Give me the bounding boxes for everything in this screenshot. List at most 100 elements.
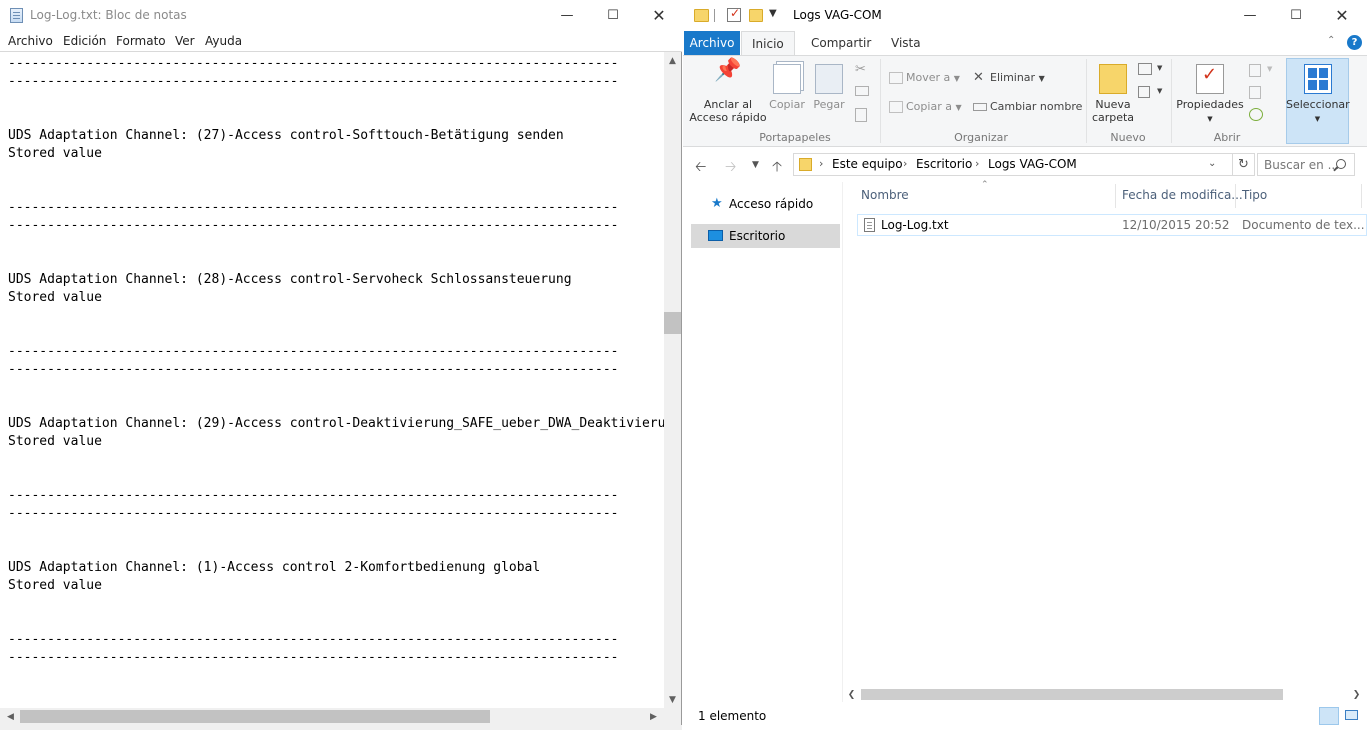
move-to-icon <box>889 72 903 84</box>
nav-item-desktop[interactable]: Escritorio <box>691 224 840 248</box>
breadcrumb-this-pc[interactable]: Este equipo <box>832 157 903 171</box>
notepad-text-area[interactable]: ----------------------------------------… <box>0 52 664 708</box>
file-row[interactable]: Log-Log.txt 12/10/2015 20:52 Documento d… <box>857 214 1367 236</box>
paste-icon <box>815 64 843 94</box>
details-view-icon[interactable] <box>1319 707 1339 725</box>
folder-icon <box>799 158 812 171</box>
search-input[interactable]: Buscar en ... <box>1257 153 1355 176</box>
nav-item-quick-access[interactable]: ★ Acceso rápido <box>691 192 840 216</box>
column-divider[interactable] <box>1115 184 1116 208</box>
recent-locations-chevron-icon[interactable]: ▼ <box>752 160 759 170</box>
menu-ayuda[interactable]: Ayuda <box>205 34 242 48</box>
minimize-icon[interactable]: — <box>544 0 590 31</box>
separator-line: ----------------------------------------… <box>8 74 619 89</box>
large-icons-view-icon[interactable] <box>1342 707 1362 725</box>
maximize-icon[interactable]: ☐ <box>1273 0 1319 31</box>
pin-quick-access-button[interactable]: 📌 Anclar al Acceso rápido <box>689 58 767 125</box>
customize-toolbar-icon[interactable]: ▼ <box>769 8 777 19</box>
separator-line: ----------------------------------------… <box>8 56 619 71</box>
back-arrow-icon[interactable]: 🡠 <box>695 156 706 180</box>
help-icon[interactable]: ? <box>1347 35 1362 50</box>
move-to-button[interactable]: Mover a ▼ <box>889 69 960 87</box>
open-icon[interactable] <box>1249 64 1261 77</box>
paste-shortcut-icon[interactable] <box>855 108 867 122</box>
delete-button[interactable]: ✕ Eliminar ▼ <box>973 69 1045 87</box>
properties-button[interactable]: Propiedades▼ <box>1175 64 1245 126</box>
scroll-left-icon[interactable]: ◀ <box>2 708 19 725</box>
chevron-down-icon: ▼ <box>1267 65 1273 73</box>
notepad-vertical-scrollbar[interactable]: ▲ ▼ <box>664 52 681 708</box>
tab-vista[interactable]: Vista <box>881 31 931 55</box>
select-label: Seleccionar <box>1286 98 1350 111</box>
forward-arrow-icon[interactable]: 🡢 <box>725 156 736 180</box>
separator-line: ----------------------------------------… <box>8 650 619 665</box>
column-divider[interactable] <box>1361 184 1362 208</box>
open-group-label: Abrir <box>1213 131 1241 144</box>
copy-button[interactable]: Copiar <box>769 64 805 111</box>
horizontal-scroll-thumb[interactable] <box>20 710 490 723</box>
rename-button[interactable]: Cambiar nombre <box>973 98 1082 116</box>
nav-label: Escritorio <box>729 229 786 243</box>
horizontal-scroll-thumb[interactable] <box>861 689 1283 700</box>
maximize-icon[interactable]: ☐ <box>590 0 636 31</box>
copy-to-icon <box>889 101 903 113</box>
breadcrumb-chevron-icon[interactable]: › <box>975 157 979 170</box>
breadcrumb-current-folder[interactable]: Logs VAG-COM <box>988 157 1077 171</box>
new-group-label: Nuevo <box>1110 131 1146 144</box>
properties-icon[interactable] <box>727 6 741 22</box>
tab-inicio[interactable]: Inicio <box>741 31 795 56</box>
cut-icon[interactable]: ✂ <box>855 62 866 77</box>
close-icon[interactable]: ✕ <box>1319 0 1365 31</box>
scroll-right-icon[interactable]: ▶ <box>645 708 662 725</box>
rename-icon <box>973 103 987 111</box>
column-divider[interactable] <box>1235 184 1236 208</box>
explorer-titlebar[interactable]: ▼ Logs VAG-COM — ☐ ✕ <box>683 0 1367 31</box>
scroll-up-icon[interactable]: ▲ <box>664 52 681 69</box>
menu-edicion[interactable]: Edición <box>63 34 106 48</box>
qa-separator <box>714 9 715 22</box>
paste-button[interactable]: Pegar <box>811 64 847 111</box>
paste-label: Pegar <box>813 98 845 111</box>
address-input[interactable]: › Este equipo › Escritorio › Logs VAG-CO… <box>793 153 1233 176</box>
copy-to-button[interactable]: Copiar a ▼ <box>889 98 962 116</box>
easy-access-icon[interactable] <box>1138 86 1150 98</box>
edit-icon[interactable] <box>1249 86 1261 99</box>
scroll-right-icon[interactable]: ❯ <box>1348 686 1365 703</box>
explorer-window: ▼ Logs VAG-COM — ☐ ✕ Archivo Inicio Comp… <box>683 0 1367 730</box>
new-folder-button[interactable]: Nueva carpeta <box>1091 64 1135 124</box>
minimize-icon[interactable]: — <box>1227 0 1273 31</box>
menu-formato[interactable]: Formato <box>116 34 166 48</box>
column-header-name[interactable]: Nombre <box>861 188 909 202</box>
new-item-icon[interactable] <box>1138 63 1152 75</box>
history-icon[interactable] <box>1249 108 1263 121</box>
select-button[interactable]: Seleccionar ▼ <box>1286 64 1350 126</box>
tab-compartir[interactable]: Compartir <box>801 31 881 55</box>
new-folder-icon <box>1099 64 1127 94</box>
group-divider <box>1086 59 1087 143</box>
notepad-titlebar[interactable]: Log-Log.txt: Bloc de notas — ☐ ✕ <box>0 0 682 31</box>
menu-archivo[interactable]: Archivo <box>8 34 53 48</box>
column-header-date[interactable]: Fecha de modifica... <box>1122 188 1243 202</box>
collapse-ribbon-icon[interactable]: ⌃ <box>1327 35 1335 46</box>
scroll-left-icon[interactable]: ❮ <box>843 686 860 703</box>
notepad-icon <box>10 8 23 23</box>
notepad-horizontal-scrollbar[interactable]: ◀ ▶ <box>0 708 664 725</box>
column-header-type[interactable]: Tipo <box>1242 188 1267 202</box>
file-name: Log-Log.txt <box>881 218 949 232</box>
new-folder-icon[interactable] <box>749 9 763 22</box>
breadcrumb-desktop[interactable]: Escritorio <box>916 157 972 171</box>
vertical-scroll-thumb[interactable] <box>664 312 681 334</box>
pin-icon: 📌 <box>714 58 742 83</box>
address-dropdown-icon[interactable]: ⌄ <box>1208 158 1216 169</box>
breadcrumb-chevron-icon[interactable]: › <box>903 157 907 170</box>
close-icon[interactable]: ✕ <box>636 0 682 31</box>
refresh-icon[interactable]: ↻ <box>1233 153 1255 176</box>
up-arrow-icon[interactable]: 🡡 <box>772 156 782 180</box>
tab-archivo[interactable]: Archivo <box>684 31 740 55</box>
scroll-down-icon[interactable]: ▼ <box>664 691 681 708</box>
menu-ver[interactable]: Ver <box>175 34 195 48</box>
separator-line: ----------------------------------------… <box>8 218 619 233</box>
breadcrumb-chevron-icon[interactable]: › <box>819 157 823 170</box>
copy-path-icon[interactable] <box>855 86 869 96</box>
file-list-horizontal-scrollbar[interactable]: ❮ ❯ <box>843 686 1367 703</box>
